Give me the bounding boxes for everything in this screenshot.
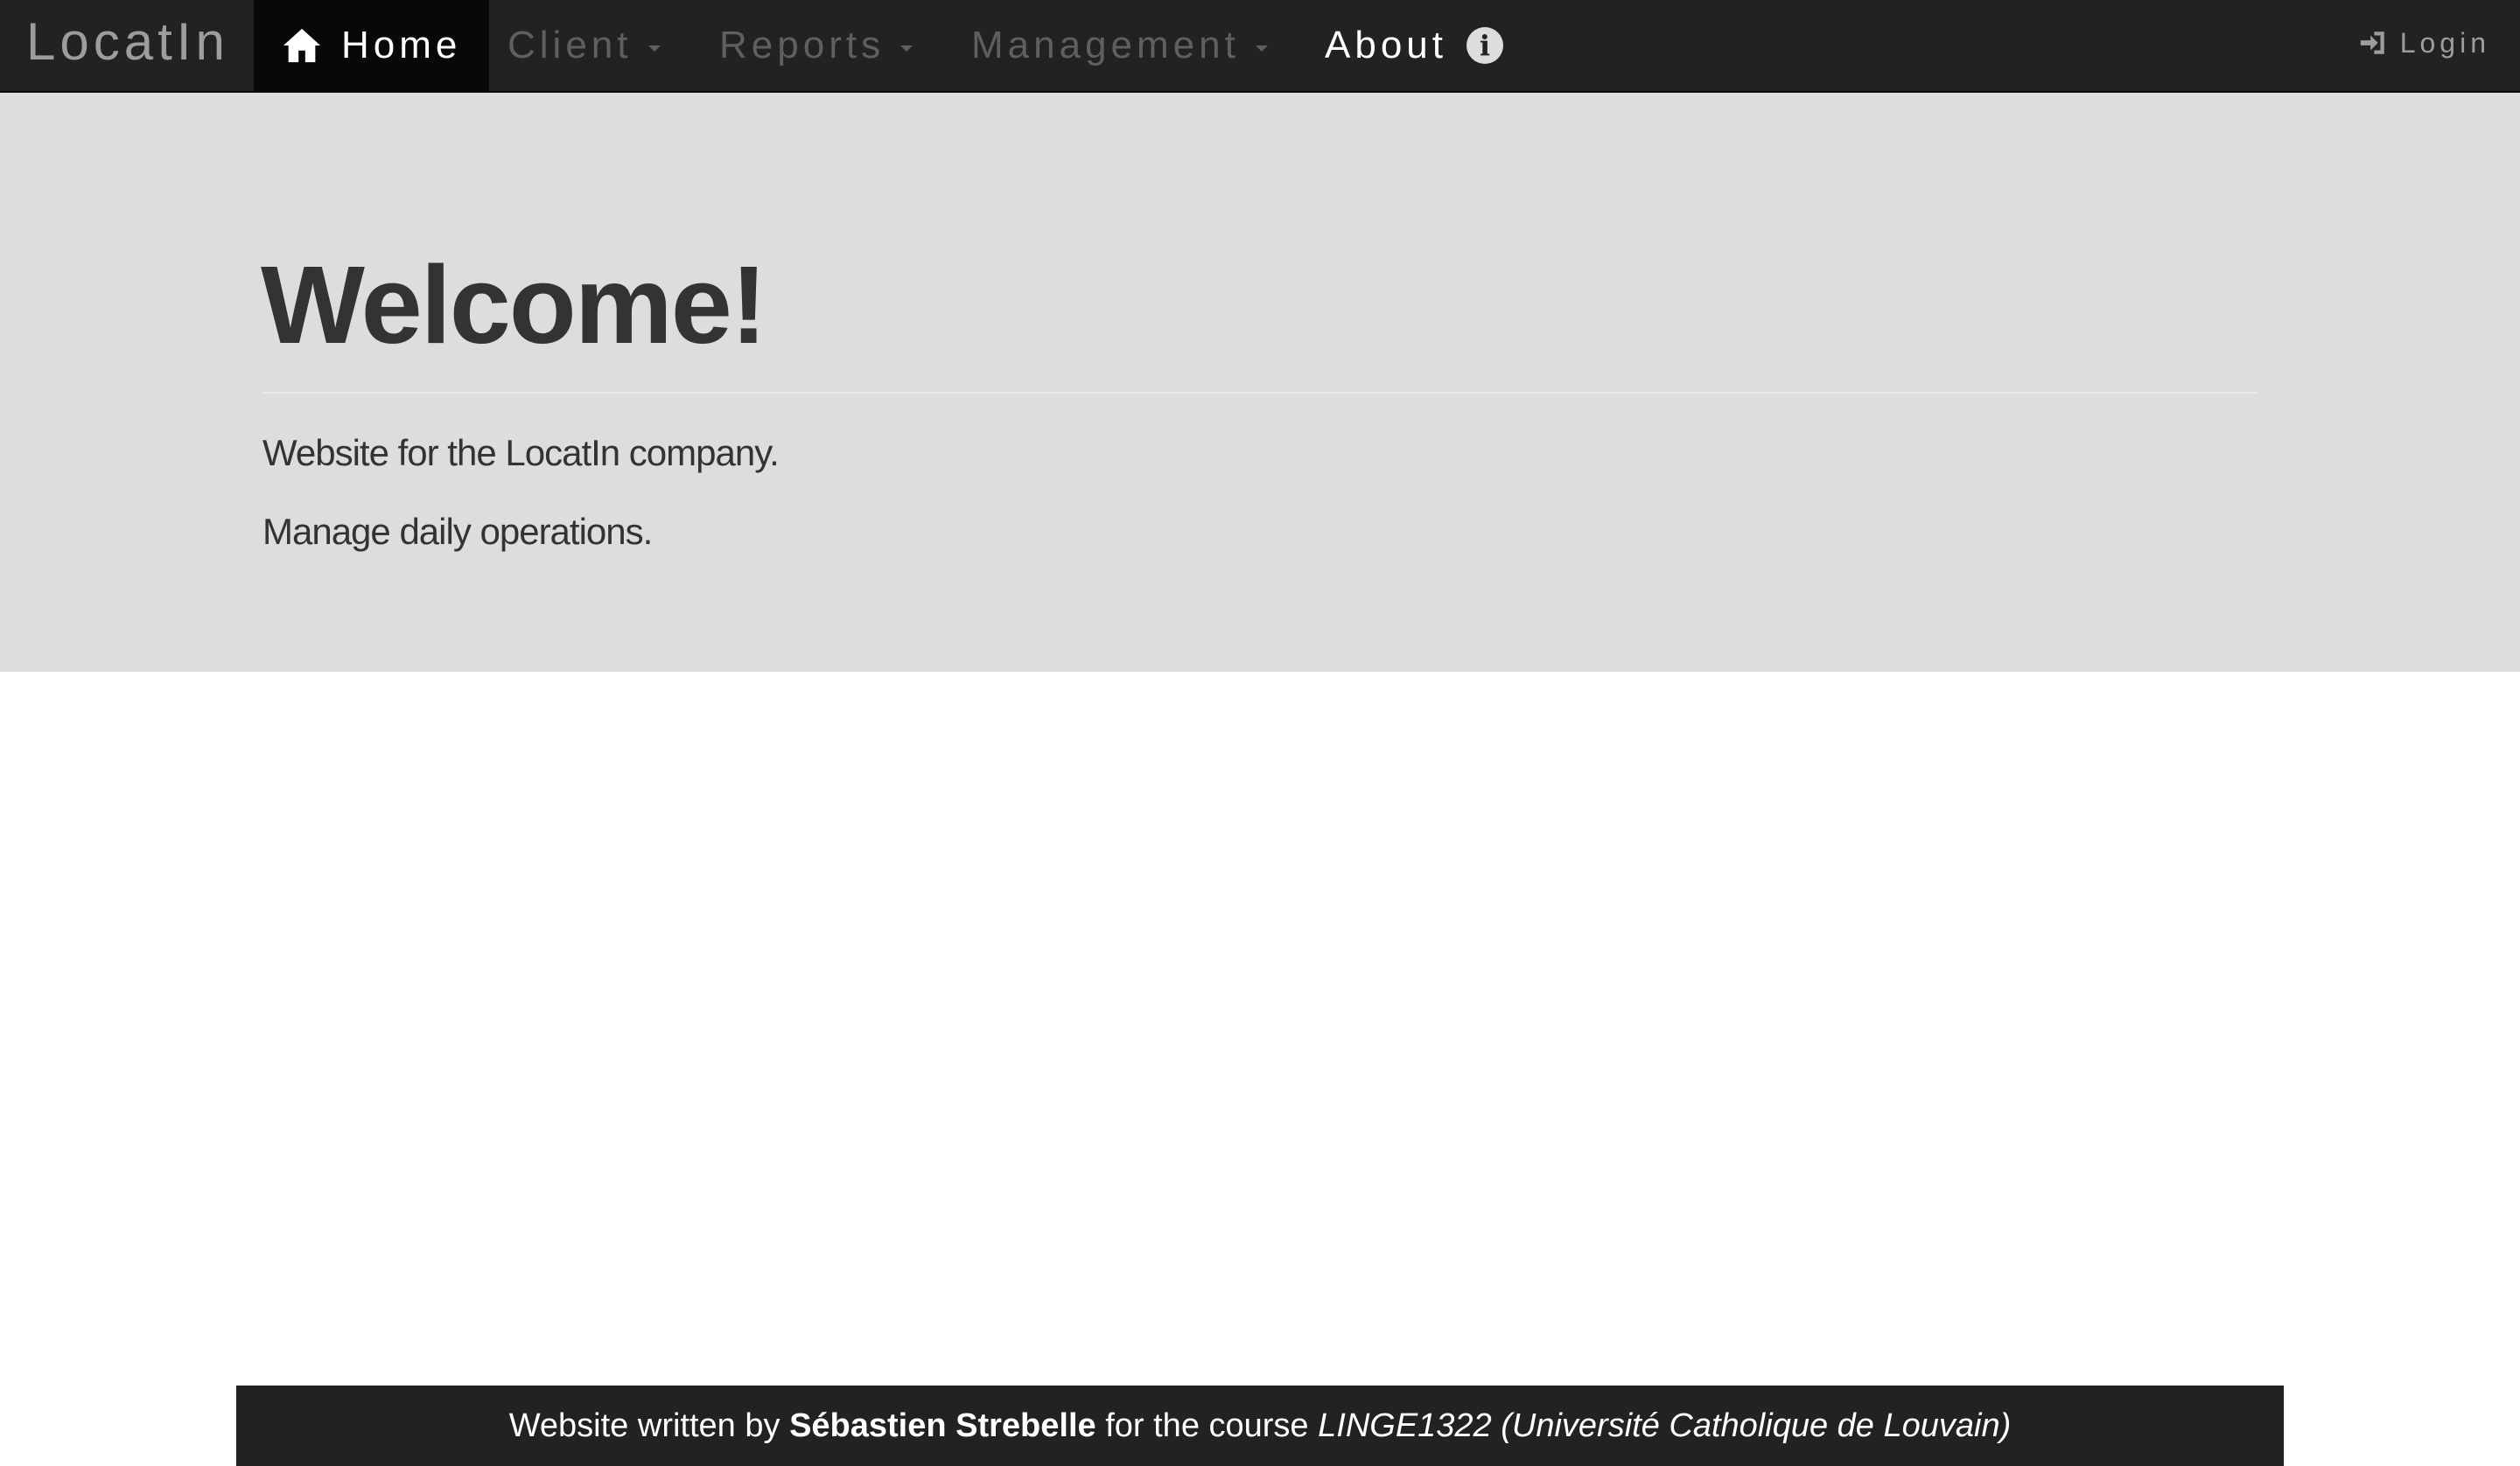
home-icon	[283, 28, 321, 63]
footer: Website written by Sébastien Strebelle f…	[236, 1386, 2284, 1466]
intro-text: Manage daily operations.	[262, 511, 653, 552]
caret-down-icon	[1255, 45, 1268, 52]
nav-client-label: Client	[508, 24, 633, 66]
nav-reports-label: Reports	[719, 24, 886, 66]
footer-author: Sébastien Strebelle	[789, 1407, 1096, 1444]
nav-home[interactable]: Home	[254, 0, 490, 91]
jumbotron: Welcome! Website for the LocatIn company…	[0, 93, 2520, 672]
login-link[interactable]: Login	[2358, 0, 2490, 86]
footer-middle: for the course	[1105, 1407, 1309, 1444]
footer-course: LINGE1322 (Université Catholique de Louv…	[1318, 1407, 2012, 1444]
nav-home-label: Home	[341, 24, 462, 66]
caret-down-icon	[648, 45, 661, 52]
page-title: Welcome!	[261, 243, 767, 366]
nav-client-dropdown[interactable]: Client	[508, 0, 661, 91]
nav-about-label: About	[1325, 24, 1447, 66]
brand-link[interactable]: LocatIn	[26, 0, 229, 91]
footer-prefix: Website written by	[508, 1407, 780, 1444]
login-icon	[2360, 31, 2384, 54]
intro-text: Website for the LocatIn company.	[262, 432, 780, 473]
nav-management-dropdown[interactable]: Management	[971, 0, 1268, 91]
nav-management-label: Management	[971, 24, 1240, 66]
nav-reports-dropdown[interactable]: Reports	[719, 0, 914, 91]
nav-about[interactable]: About i	[1325, 0, 1503, 91]
navbar: LocatIn Home Client Reports Management A…	[0, 0, 2520, 93]
info-icon: i	[1466, 27, 1503, 64]
login-label: Login	[2399, 26, 2490, 59]
caret-down-icon	[900, 45, 914, 52]
divider	[262, 392, 2258, 394]
